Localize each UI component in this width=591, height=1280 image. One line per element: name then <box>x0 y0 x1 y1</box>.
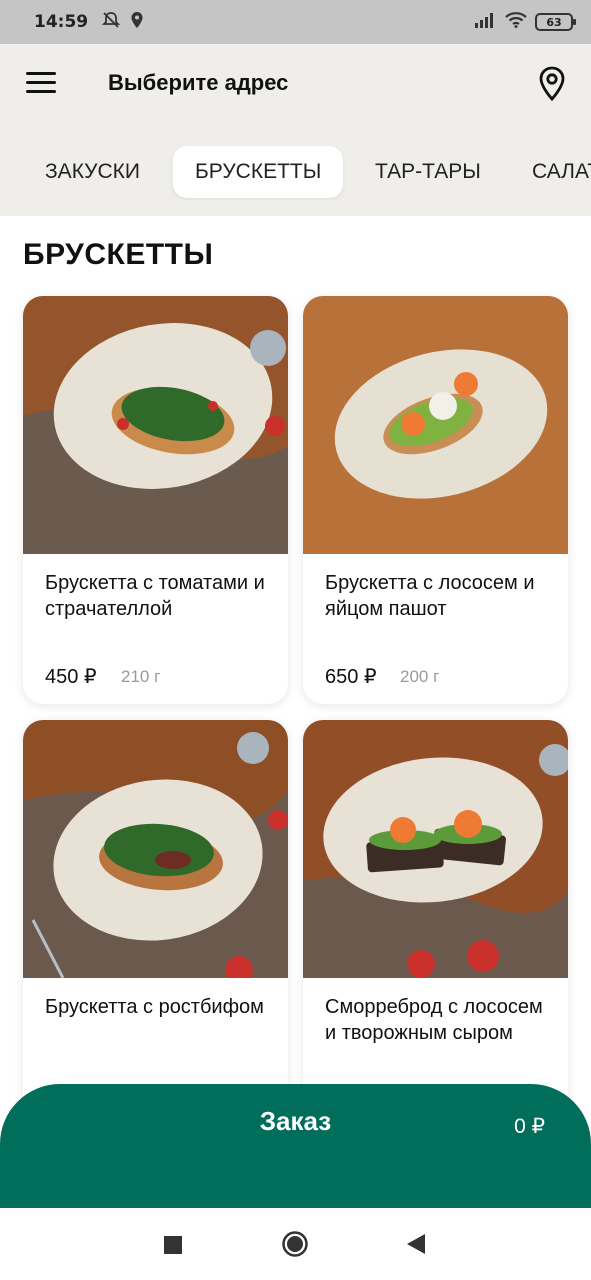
location-pin-small-icon <box>130 11 144 34</box>
signal-icon <box>475 12 497 33</box>
back-icon[interactable] <box>407 1234 425 1258</box>
product-name: Брускетта с томатами и страчателлой <box>45 572 265 620</box>
product-photo <box>23 296 288 554</box>
map-pin-icon[interactable] <box>537 66 567 102</box>
product-photo <box>23 720 288 978</box>
product-price: 450 ₽ <box>45 666 97 688</box>
system-nav-bar <box>0 1208 591 1280</box>
bell-off-icon <box>101 11 121 34</box>
product-photo <box>303 720 568 978</box>
product-price: 650 ₽ <box>325 666 377 688</box>
product-card[interactable]: Сморреброд с лососем и творожным сыром <box>303 720 568 1120</box>
tab-salads[interactable]: САЛАТЫ <box>510 146 591 198</box>
tab-bruschetta[interactable]: БРУСКЕТТЫ <box>173 146 344 198</box>
home-icon[interactable] <box>282 1231 308 1261</box>
tab-tartare[interactable]: ТАР-ТАРЫ <box>353 146 503 198</box>
app-header: Выберите адрес ЗАКУСКИ БРУСКЕТТЫ ТАР-ТАР… <box>0 44 591 216</box>
status-time: 14:59 <box>34 12 89 32</box>
product-name: Брускетта с лососем и яйцом пашот <box>325 572 535 620</box>
order-total: 0 ₽ <box>514 1115 545 1138</box>
product-weight: 210 г <box>121 667 161 686</box>
order-button-label: Заказ <box>259 1106 332 1136</box>
product-card[interactable]: Брускетта с томатами и страчателлой 450 … <box>23 296 288 704</box>
product-card[interactable]: Брускетта с ростбифом <box>23 720 288 1120</box>
category-tabs: ЗАКУСКИ БРУСКЕТТЫ ТАР-ТАРЫ САЛАТЫ <box>0 144 591 200</box>
status-bar: 14:59 63 <box>0 0 591 44</box>
product-name: Брускетта с ростбифом <box>45 996 264 1018</box>
section-title: БРУСКЕТТЫ <box>23 238 214 271</box>
recent-apps-icon[interactable] <box>164 1236 182 1258</box>
wifi-icon <box>505 11 527 33</box>
battery-icon: 63 <box>535 13 576 31</box>
address-selector[interactable]: Выберите адрес <box>108 70 288 96</box>
product-name: Сморреброд с лососем и творожным сыром <box>325 996 543 1044</box>
product-photo <box>303 296 568 554</box>
hamburger-menu-icon[interactable] <box>26 72 58 98</box>
product-card[interactable]: Брускетта с лососем и яйцом пашот 650 ₽ … <box>303 296 568 704</box>
tab-zakuski[interactable]: ЗАКУСКИ <box>23 146 162 198</box>
order-bar[interactable]: Заказ 0 ₽ <box>0 1084 591 1214</box>
product-weight: 200 г <box>400 667 440 686</box>
